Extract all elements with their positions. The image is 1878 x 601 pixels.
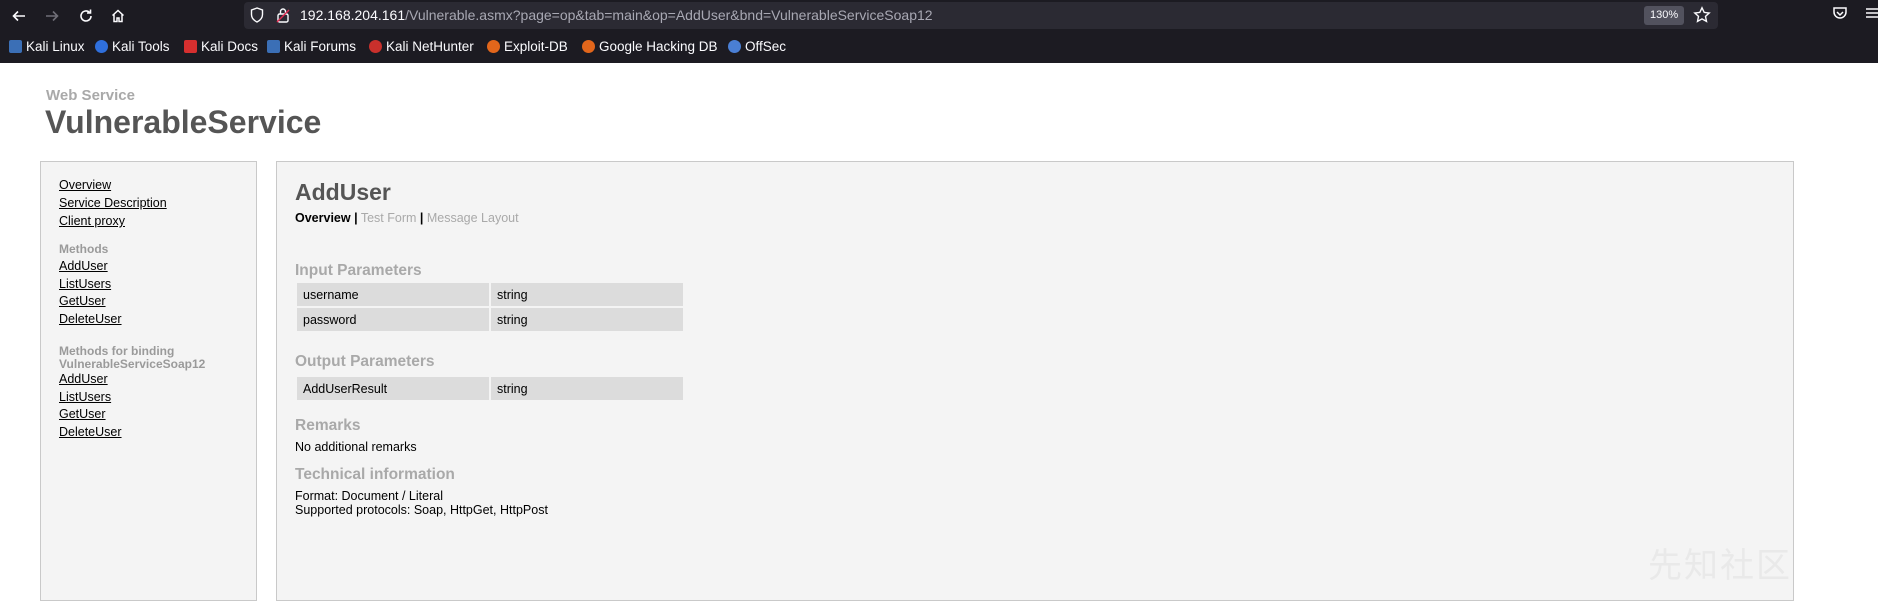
url-bar[interactable]: 192.168.204.161/Vulnerable.asmx?page=op&… [244, 2, 1718, 29]
bookmark-star-icon[interactable] [1693, 6, 1711, 24]
remarks-text: No additional remarks [295, 440, 417, 454]
tab-test-form[interactable]: Test Form [361, 211, 417, 225]
bookmark-google-hacking-db[interactable]: Google Hacking DB [582, 39, 718, 54]
bookmark-label: Kali Linux [26, 39, 85, 54]
protocols-text: Supported protocols: Soap, HttpGet, Http… [295, 503, 548, 517]
sidebar-method-adduser[interactable]: AddUser [59, 259, 108, 273]
input-parameters-heading: Input Parameters [295, 262, 422, 279]
operation-title: AddUser [295, 179, 391, 205]
output-parameters-table: AddUserResult string [295, 375, 685, 402]
navigation-toolbar: 192.168.204.161/Vulnerable.asmx?page=op&… [0, 0, 1878, 32]
forward-arrow-icon [46, 10, 59, 22]
browser-chrome: 192.168.204.161/Vulnerable.asmx?page=op&… [0, 0, 1878, 63]
tab-separator: | [354, 211, 358, 225]
bookmark-kali-docs[interactable]: Kali Docs [184, 39, 258, 54]
table-row: password string [297, 308, 683, 331]
nethunter-icon [369, 40, 382, 53]
format-text: Format: Document / Literal [295, 489, 443, 503]
table-row: AddUserResult string [297, 377, 683, 400]
reload-button[interactable] [74, 4, 98, 28]
page-content: Web Service VulnerableService Overview S… [0, 63, 1878, 601]
bookmark-offsec[interactable]: OffSec [728, 39, 786, 54]
bookmark-label: Exploit-DB [504, 39, 568, 54]
kali-forums-icon [267, 40, 280, 53]
url-text[interactable]: 192.168.204.161/Vulnerable.asmx?page=op&… [300, 7, 933, 23]
watermark: 先知社区 [1648, 547, 1792, 585]
remarks-heading: Remarks [295, 417, 361, 434]
param-name: password [297, 308, 489, 331]
sidebar-method-deleteuser[interactable]: DeleteUser [59, 312, 122, 326]
home-icon [111, 9, 125, 23]
binding-method-deleteuser[interactable]: DeleteUser [59, 425, 122, 439]
operation-panel: AddUser Overview | Test Form | Message L… [276, 161, 1794, 601]
reload-icon [80, 9, 92, 22]
sidebar-method-getuser[interactable]: GetUser [59, 294, 106, 308]
sidebar-link-client-proxy[interactable]: Client proxy [59, 214, 125, 228]
output-parameters-heading: Output Parameters [295, 353, 435, 370]
binding-method-getuser[interactable]: GetUser [59, 407, 106, 421]
param-type: string [491, 377, 683, 400]
shield-icon[interactable] [250, 7, 264, 23]
bookmark-exploit-db[interactable]: Exploit-DB [487, 39, 568, 54]
page-subtitle: Web Service [46, 87, 135, 104]
tab-separator: | [419, 211, 424, 225]
table-row: username string [297, 283, 683, 306]
ghdb-icon [582, 40, 595, 53]
input-parameters-table: username string password string [295, 281, 685, 333]
bookmark-kali-nethunter[interactable]: Kali NetHunter [369, 39, 474, 54]
param-name: username [297, 283, 489, 306]
bookmark-label: Kali Tools [112, 39, 170, 54]
param-type: string [491, 283, 683, 306]
home-button[interactable] [106, 4, 130, 28]
tab-message-layout[interactable]: Message Layout [427, 211, 519, 225]
sidebar-link-service-description[interactable]: Service Description [59, 196, 167, 210]
url-host: 192.168.204.161 [300, 7, 406, 23]
bookmark-label: Google Hacking DB [599, 39, 718, 54]
methods-heading: Methods [59, 242, 109, 256]
bookmark-label: Kali Docs [201, 39, 259, 54]
sidebar: Overview Service Description Client prox… [40, 161, 257, 601]
bookmark-label: Kali NetHunter [386, 39, 474, 54]
param-name: AddUserResult [297, 377, 489, 400]
param-type: string [491, 308, 683, 331]
kali-dragon-icon [9, 40, 22, 53]
exploit-db-icon [487, 40, 500, 53]
bookmark-kali-linux[interactable]: Kali Linux [9, 39, 85, 54]
sidebar-link-overview[interactable]: Overview [59, 178, 111, 192]
hamburger-menu-icon[interactable] [1864, 5, 1878, 21]
back-arrow-icon [12, 10, 25, 22]
bookmark-kali-forums[interactable]: Kali Forums [267, 39, 356, 54]
binding-heading-line2: VulnerableServiceSoap12 [59, 357, 206, 371]
url-path: /Vulnerable.asmx?page=op&tab=main&op=Add… [405, 7, 933, 23]
lock-icon[interactable] [276, 7, 290, 23]
binding-method-adduser[interactable]: AddUser [59, 372, 108, 386]
back-button[interactable] [7, 4, 31, 28]
bookmark-kali-tools[interactable]: Kali Tools [95, 39, 170, 54]
kali-docs-icon [184, 40, 197, 53]
bookmarks-toolbar: Kali Linux Kali Tools Kali Docs Kali For… [0, 34, 1878, 62]
zoom-level-badge[interactable]: 130% [1644, 6, 1685, 25]
technical-information-heading: Technical information [295, 466, 455, 483]
sidebar-method-listusers[interactable]: ListUsers [59, 277, 111, 291]
pocket-icon[interactable] [1832, 5, 1848, 21]
bookmark-label: OffSec [745, 39, 787, 54]
binding-method-listusers[interactable]: ListUsers [59, 390, 111, 404]
forward-button[interactable] [40, 4, 64, 28]
offsec-icon [728, 40, 741, 53]
kali-tools-icon [95, 40, 108, 53]
operation-tabs: Overview | Test Form | Message Layout [295, 211, 519, 225]
tab-overview[interactable]: Overview [295, 211, 351, 225]
bookmark-label: Kali Forums [284, 39, 357, 54]
page-title: VulnerableService [45, 104, 322, 140]
